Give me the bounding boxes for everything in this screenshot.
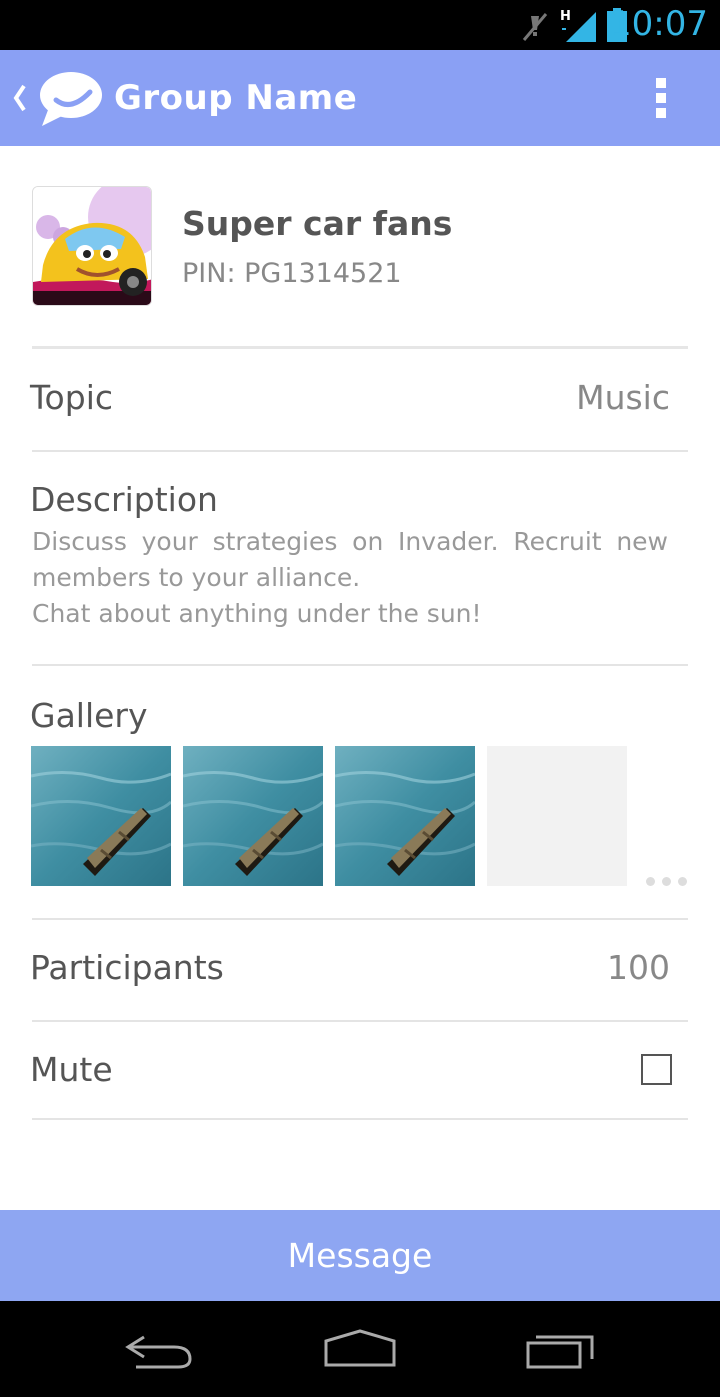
group-avatar[interactable] — [32, 186, 152, 306]
gallery-thumbnail[interactable] — [183, 746, 323, 886]
overflow-dot-icon — [656, 108, 666, 118]
navigation-bar — [0, 1301, 720, 1397]
page-title: Group Name — [114, 78, 358, 118]
overflow-menu-button[interactable] — [642, 74, 680, 122]
group-name: Super car fans — [182, 204, 453, 243]
dot-icon — [646, 877, 655, 886]
gallery-thumbnail[interactable] — [335, 746, 475, 886]
overflow-dot-icon — [656, 93, 666, 103]
dot-icon — [662, 877, 671, 886]
mute-icon — [522, 13, 548, 41]
divider — [32, 450, 688, 452]
recent-apps-icon[interactable] — [522, 1327, 598, 1371]
home-icon[interactable] — [322, 1327, 398, 1371]
participants-label: Participants — [30, 948, 224, 987]
topic-label: Topic — [30, 378, 113, 417]
topic-value: Music — [576, 378, 670, 417]
group-info-content: Super car fans PIN: PG1314521 Topic Musi… — [0, 146, 720, 1210]
cartoon-car-image — [33, 187, 151, 305]
divider — [32, 664, 688, 666]
clock: 10:07 — [610, 4, 708, 44]
overflow-dot-icon — [656, 78, 666, 88]
svg-text:H: H — [560, 9, 571, 24]
mute-label: Mute — [30, 1050, 113, 1089]
gallery-label: Gallery — [30, 696, 148, 735]
gallery-thumbnail[interactable] — [31, 746, 171, 886]
group-pin: PIN: PG1314521 — [182, 258, 402, 289]
back-icon[interactable] — [122, 1327, 198, 1371]
gallery-more-dots-icon[interactable] — [646, 877, 687, 886]
divider — [32, 1118, 688, 1120]
mute-checkbox[interactable] — [641, 1054, 672, 1085]
boat-photo — [31, 746, 171, 886]
boat-photo — [183, 746, 323, 886]
description-line: Chat about anything under the sun! — [32, 599, 482, 628]
divider — [32, 1020, 688, 1022]
chat-bubble-logo-icon[interactable] — [34, 70, 104, 128]
signal-icon: H — [560, 9, 596, 42]
message-button[interactable]: Message — [0, 1210, 720, 1301]
back-chevron-icon[interactable] — [10, 80, 30, 116]
description-text: Discuss your strategies on Invader. Recr… — [32, 524, 668, 632]
gallery-empty-slot[interactable] — [487, 746, 627, 886]
dot-icon — [678, 877, 687, 886]
description-label: Description — [30, 480, 218, 519]
divider — [32, 918, 688, 920]
status-bar: H 10:07 — [0, 0, 720, 50]
action-bar: Group Name — [0, 50, 720, 146]
description-line: Discuss your strategies on Invader. Recr… — [32, 527, 668, 592]
participants-count: 100 — [607, 948, 670, 987]
gallery-strip — [31, 746, 627, 886]
boat-photo — [335, 746, 475, 886]
divider — [32, 346, 688, 349]
